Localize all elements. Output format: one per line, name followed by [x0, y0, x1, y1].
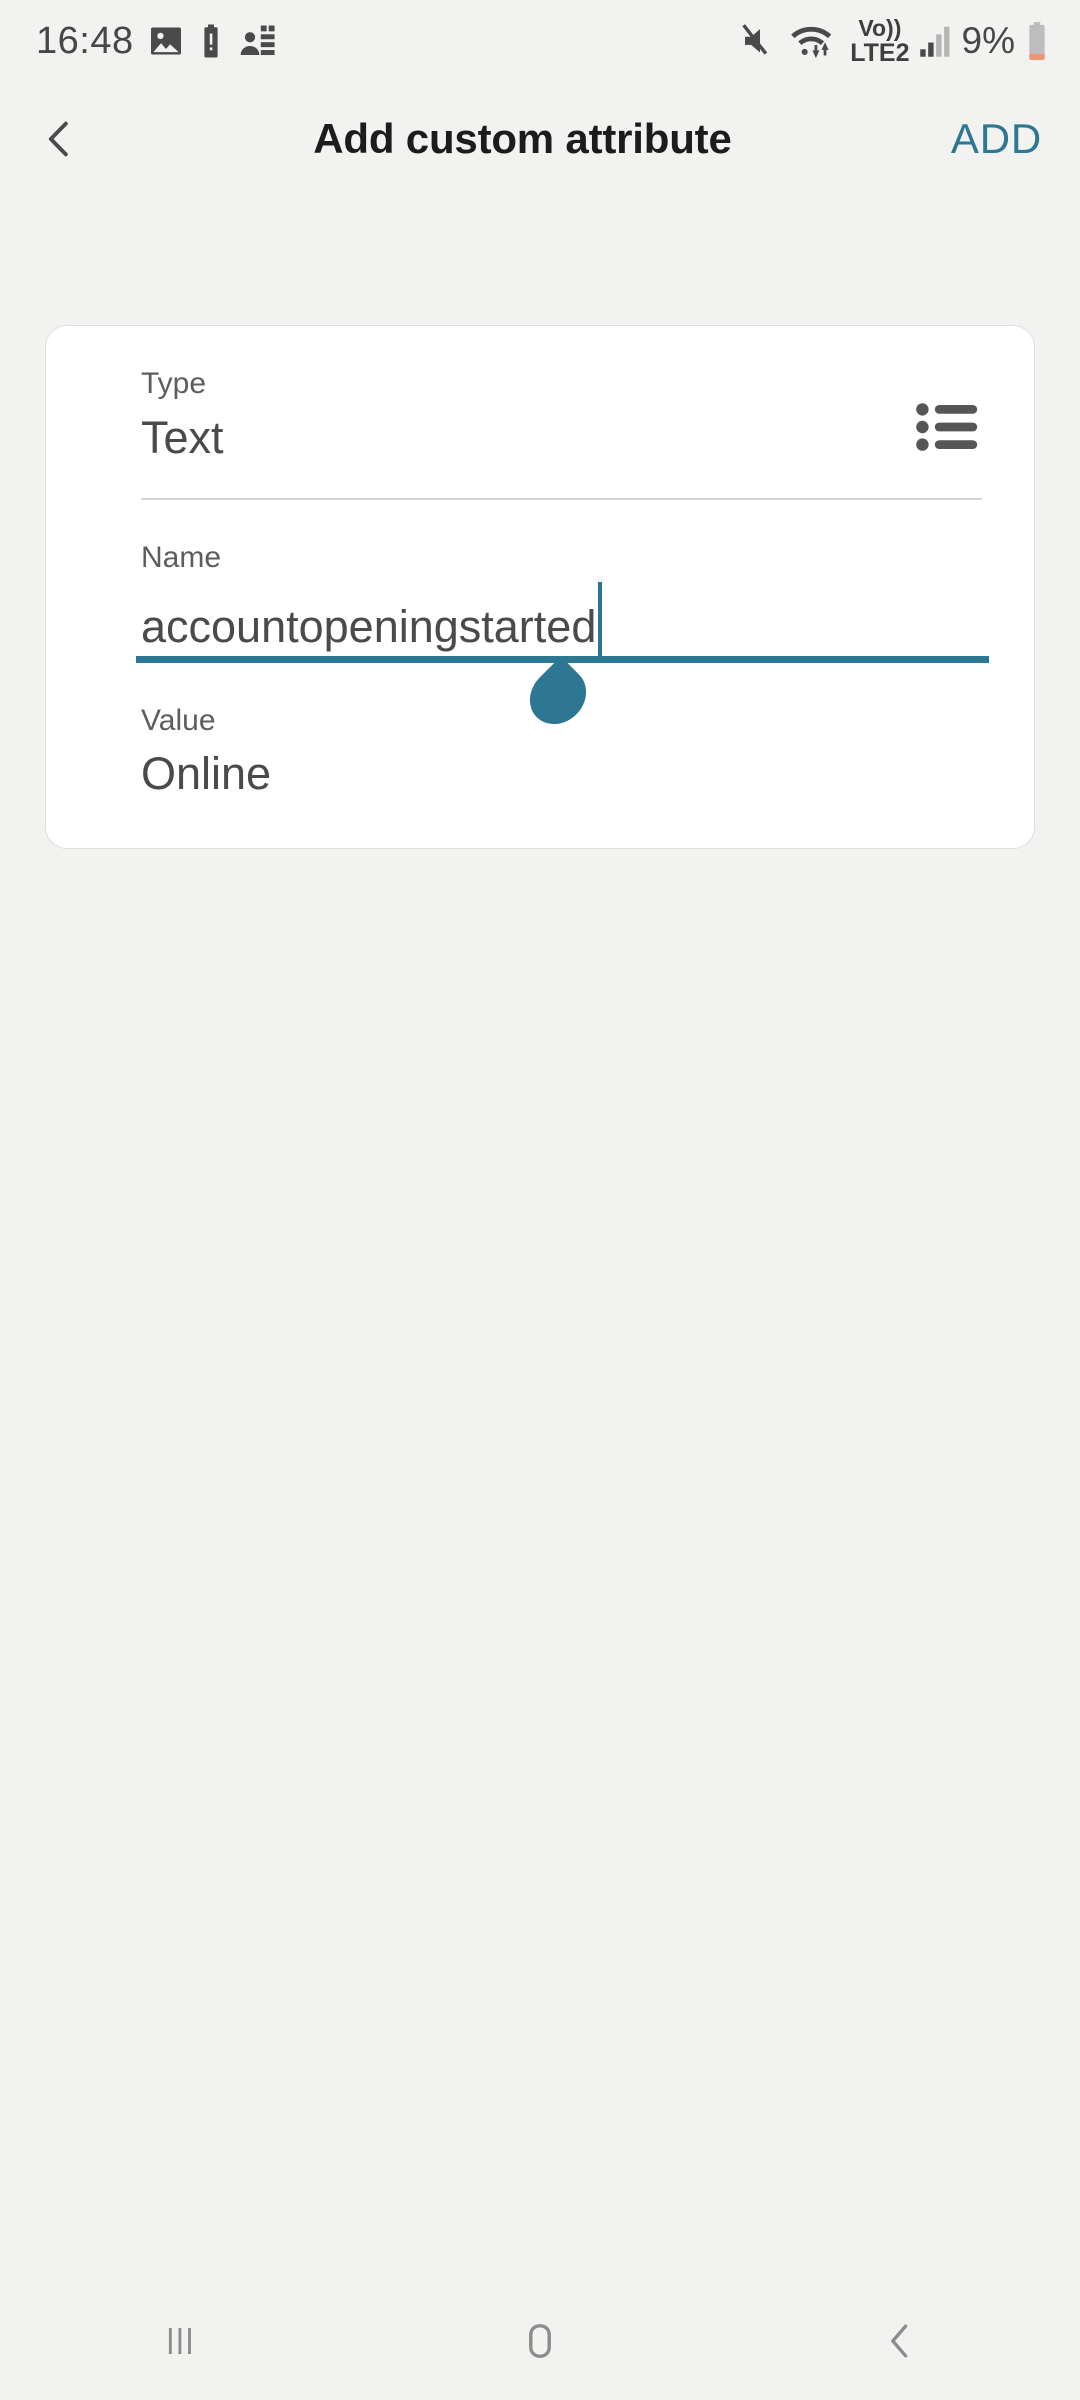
nav-back-button[interactable] [800, 2282, 1000, 2400]
bulleted-list-icon [916, 401, 978, 453]
type-value: Text [141, 411, 224, 463]
status-clock: 16:48 [36, 19, 134, 62]
status-bar-right: Vo)) LTE2 9% [740, 14, 1050, 67]
chevron-left-icon [38, 117, 82, 161]
recents-icon [157, 2318, 203, 2364]
phone-screen: 16:48 Vo)) LTE2 9% Add custom attribute … [0, 0, 1080, 2400]
type-picker-button[interactable] [902, 382, 992, 472]
volte-label: Vo)) [858, 14, 902, 41]
battery-alert-icon [198, 23, 224, 59]
contacts-icon [238, 23, 276, 59]
text-caret [598, 581, 603, 656]
signal-bars-icon [919, 23, 953, 59]
attribute-form-card: Type Text Name accountopeningstarted Val… [45, 325, 1035, 850]
type-label: Type [141, 367, 207, 400]
back-chevron-icon [876, 2317, 924, 2365]
wifi-data-icon [789, 22, 841, 60]
status-bar: 16:48 Vo)) LTE2 9% [0, 0, 1080, 82]
value-field[interactable]: Value Online [46, 663, 1034, 847]
name-field[interactable]: Name accountopeningstarted [46, 500, 1034, 736]
image-icon [148, 23, 184, 59]
page-title: Add custom attribute [313, 115, 732, 162]
value-input[interactable]: Online [141, 746, 982, 802]
add-button[interactable]: ADD [951, 115, 1080, 163]
app-header: Add custom attribute ADD [0, 82, 1080, 196]
home-icon [516, 2317, 564, 2365]
status-bar-left: 16:48 [36, 20, 276, 63]
type-field[interactable]: Type Text [46, 326, 1034, 500]
nav-recents-button[interactable] [80, 2282, 280, 2400]
lte2-label: LTE2 [850, 38, 910, 67]
battery-percent-label: 9% [961, 20, 1015, 61]
battery-low-icon [1024, 21, 1050, 61]
value-label: Value [141, 703, 216, 737]
system-nav-bar [0, 2282, 1080, 2400]
volte-lte2-icon: Vo)) LTE2 [850, 14, 910, 67]
name-label: Name [141, 541, 222, 574]
name-field-underline [136, 655, 989, 736]
name-input[interactable]: accountopeningstarted [141, 599, 596, 655]
mute-icon [740, 23, 780, 59]
nav-home-button[interactable] [440, 2282, 640, 2400]
